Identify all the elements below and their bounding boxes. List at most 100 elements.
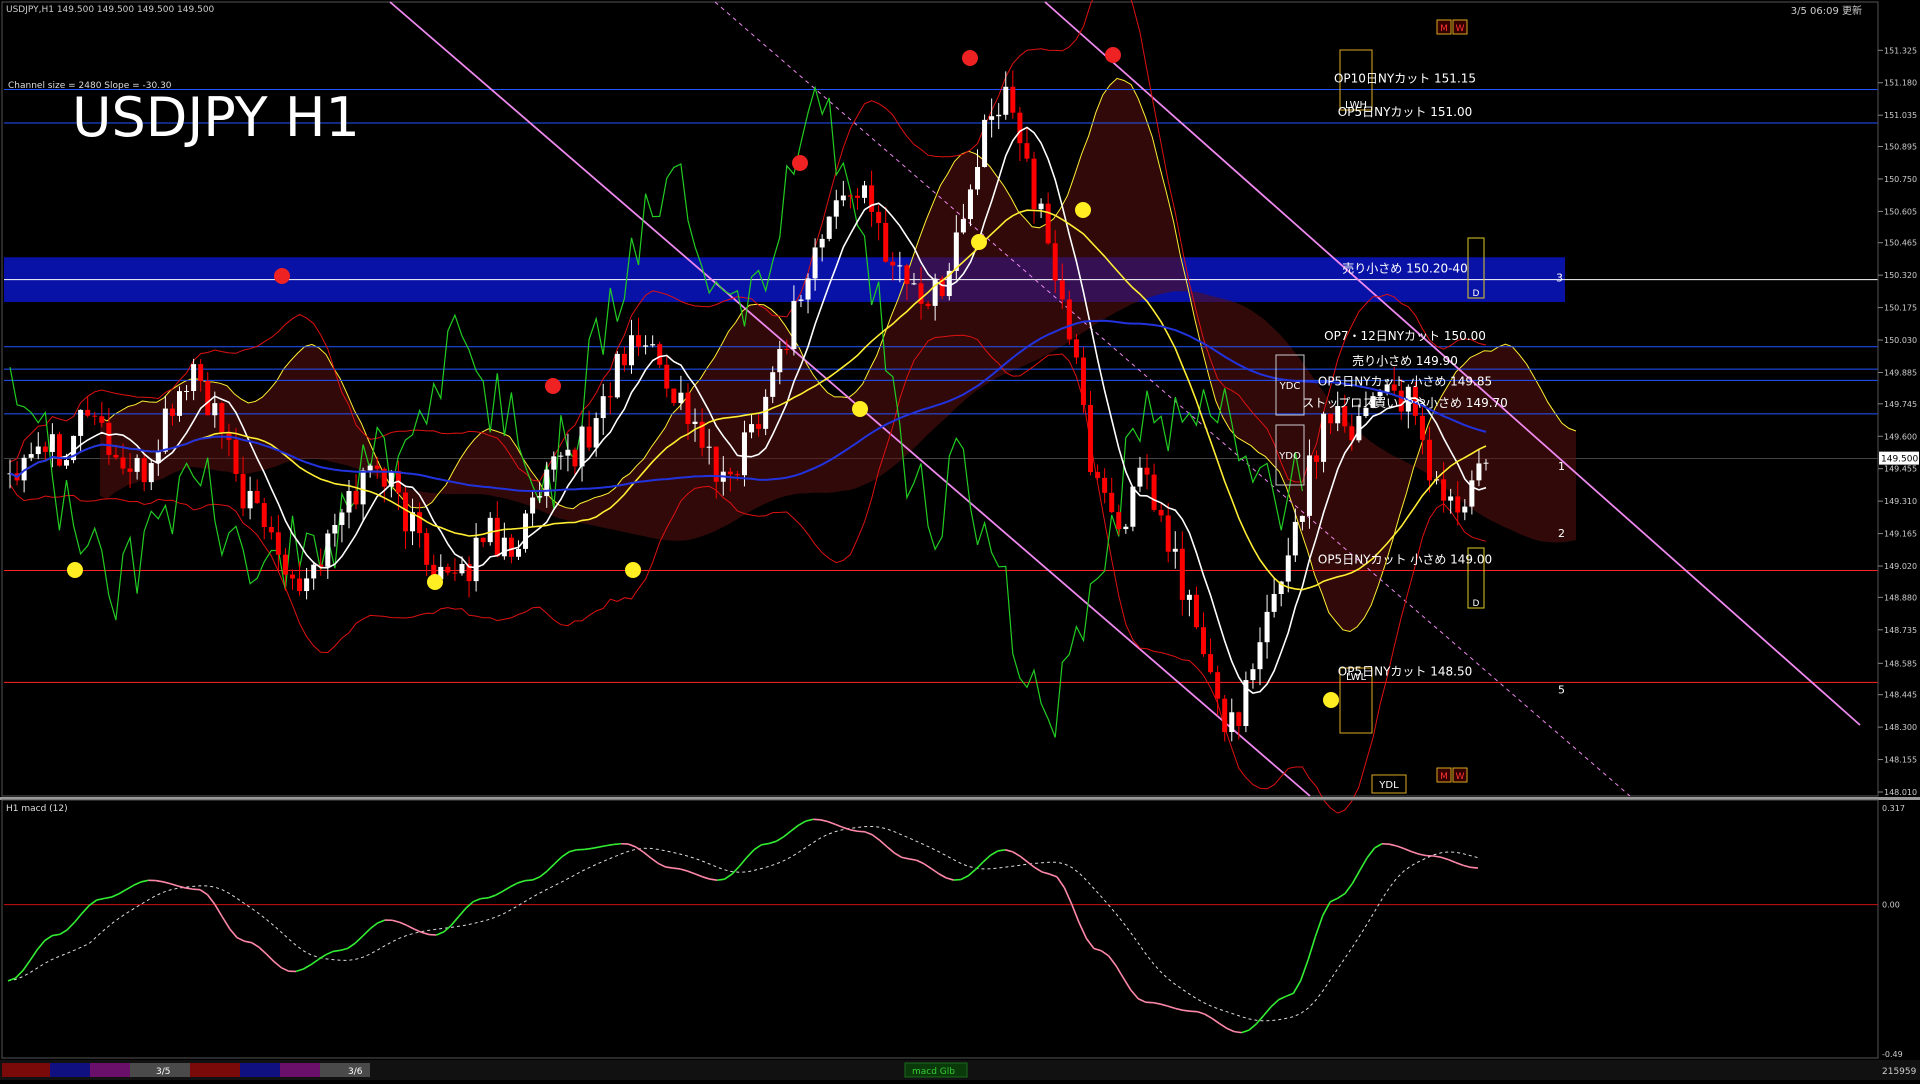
- candle-body: [1258, 642, 1263, 669]
- candle-body: [92, 416, 97, 417]
- candle-body: [445, 567, 450, 573]
- candle-body: [1293, 522, 1298, 555]
- candle-body: [1236, 712, 1241, 726]
- macd-segment: [481, 898, 488, 899]
- level-label: 売り小さめ 149.90: [1352, 353, 1458, 368]
- period-swatch-purple-2[interactable]: [280, 1063, 320, 1077]
- candle-body: [897, 265, 902, 266]
- server-time: 3/5 06:09 更新: [1791, 4, 1862, 17]
- candle-body: [1455, 496, 1460, 512]
- period-swatch-red[interactable]: [2, 1063, 50, 1077]
- candle-body: [1286, 555, 1291, 581]
- candle-body: [544, 470, 549, 496]
- candle-body: [474, 538, 479, 581]
- candle-body: [1229, 712, 1234, 732]
- candle-body: [883, 223, 888, 262]
- candle-body: [488, 518, 493, 542]
- candle-body: [163, 409, 168, 452]
- candle-body: [601, 396, 606, 418]
- candle-body: [1010, 87, 1015, 113]
- fractal-up-icon: [274, 268, 290, 284]
- price-tick-label: 149.745: [1884, 400, 1917, 409]
- candle-body: [989, 116, 994, 120]
- candle-body: [523, 513, 528, 548]
- candle-body: [1046, 204, 1051, 244]
- candle-body: [798, 300, 803, 301]
- fractal-down-icon: [1323, 692, 1339, 708]
- price-tick-label: 148.880: [1884, 593, 1917, 602]
- price-tick-label: 148.585: [1884, 659, 1917, 668]
- candle-body: [636, 335, 641, 346]
- candle-body: [78, 410, 83, 436]
- level-label: OP7・12日NYカット 150.00: [1324, 329, 1486, 343]
- period-swatch-red-2[interactable]: [190, 1063, 240, 1077]
- candle-body: [763, 397, 768, 429]
- candle-body: [572, 450, 577, 467]
- candle-body: [968, 189, 973, 219]
- candle-body: [1088, 405, 1093, 472]
- date-label-2: 3/6: [348, 1067, 363, 1077]
- period-swatch-blue[interactable]: [50, 1063, 90, 1077]
- candle-body: [99, 416, 104, 423]
- candle-body: [911, 283, 916, 284]
- candle-body: [241, 474, 246, 508]
- candle-body: [1272, 594, 1277, 612]
- candle-body: [954, 232, 959, 270]
- candle-body: [1215, 672, 1220, 699]
- candle-body: [926, 304, 931, 306]
- candle-body: [643, 345, 648, 346]
- period-swatch-blue-2[interactable]: [240, 1063, 280, 1077]
- right-marker: 1: [1558, 460, 1565, 473]
- candle-body: [890, 262, 895, 266]
- macd-title: H1 macd (12): [6, 804, 68, 814]
- ref-box-label: YDL: [1378, 780, 1399, 791]
- candle-body: [841, 196, 846, 201]
- big-title: USDJPY H1: [72, 86, 360, 149]
- price-tick-label: 150.605: [1884, 207, 1917, 216]
- macd-segment: [333, 950, 340, 951]
- candle-body: [1039, 204, 1044, 210]
- macd-segment: [1234, 1032, 1241, 1033]
- candle-body: [770, 372, 775, 397]
- macd-segment: [525, 880, 532, 881]
- candle-body: [170, 409, 175, 416]
- price-tick-label: 150.175: [1884, 304, 1917, 313]
- candle-body: [120, 457, 125, 468]
- candle-body: [128, 469, 133, 472]
- level-label: OP10日NYカット 151.15: [1334, 71, 1476, 85]
- candle-body: [1194, 595, 1199, 627]
- candle-body: [530, 498, 535, 514]
- candle-body: [664, 365, 669, 389]
- candle-body: [1145, 468, 1150, 475]
- candle-body: [1300, 516, 1305, 522]
- candle-body: [1307, 455, 1312, 515]
- candle-body: [622, 354, 627, 365]
- candle-body: [1130, 487, 1135, 527]
- period-swatch-grey-2[interactable]: [320, 1063, 370, 1077]
- zone-tag: 3: [1556, 271, 1563, 284]
- macd-segment: [614, 844, 621, 845]
- candle-body: [806, 278, 811, 299]
- candle-body: [85, 410, 90, 416]
- bottom-bar: 3/5 3/6 macd Glb 215959: [0, 1060, 1920, 1080]
- candle-body: [558, 456, 563, 457]
- period-swatch-purple[interactable]: [90, 1063, 130, 1077]
- candle-body: [1102, 478, 1107, 493]
- macd-segment: [665, 867, 672, 868]
- candle-body: [1173, 549, 1178, 552]
- price-tick-label: 149.310: [1884, 497, 1917, 506]
- candle-body: [177, 391, 182, 416]
- fractal-down-icon: [67, 562, 83, 578]
- candle-body: [509, 538, 514, 557]
- candle-body: [671, 389, 676, 403]
- candle-body: [403, 493, 408, 532]
- candle-body: [1116, 512, 1121, 529]
- candle-body: [57, 434, 62, 465]
- candle-body: [481, 538, 486, 542]
- macd-segment: [1183, 1010, 1190, 1011]
- macd-segment: [717, 879, 724, 880]
- candle-body: [1123, 527, 1128, 529]
- candle-body: [36, 447, 41, 455]
- candle-body: [1187, 595, 1192, 600]
- price-tick-label: 149.165: [1884, 530, 1917, 539]
